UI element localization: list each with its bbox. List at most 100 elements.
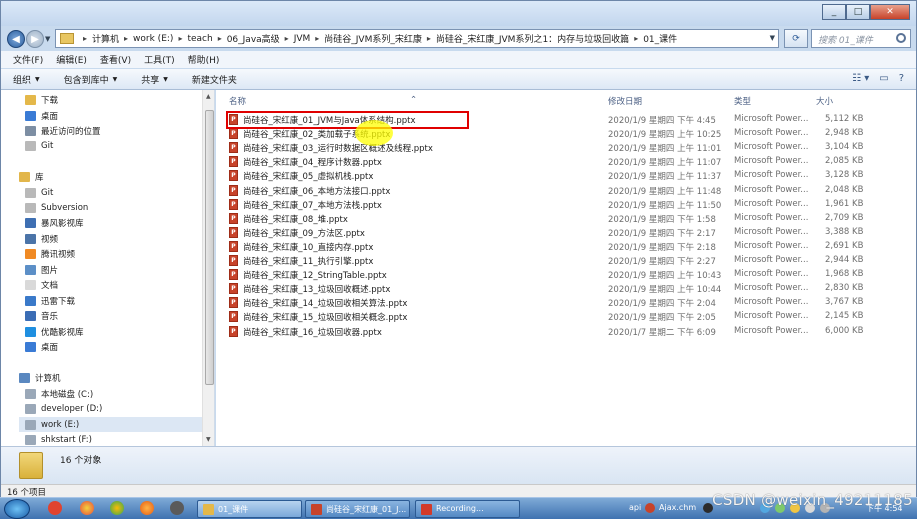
column-date[interactable]: 修改日期 — [608, 95, 642, 107]
nav-item[interactable]: 图片 — [25, 262, 58, 277]
column-size[interactable]: 大小 — [816, 95, 833, 107]
column-name[interactable]: 名称 — [229, 95, 246, 107]
back-button[interactable]: ◀ — [7, 30, 25, 48]
preview-pane-icon[interactable]: ▭ — [879, 73, 888, 84]
nav-item[interactable]: work (E:) — [19, 417, 202, 432]
breadcrumb-separator[interactable]: ▸ — [124, 34, 128, 43]
navigation-scrollbar[interactable]: ▲ ▼ — [202, 90, 214, 446]
nav-item[interactable]: 暴风影视库 — [25, 215, 84, 230]
desktop-icon — [25, 110, 36, 121]
refresh-button[interactable]: ⟳ — [784, 29, 808, 48]
nav-item[interactable]: 下载 — [25, 92, 58, 107]
nav-item[interactable]: 迅雷下载 — [25, 293, 75, 308]
file-row[interactable]: P 尚硅谷_宋红康_07_本地方法栈.pptx 2020/1/9 星期四 上午 11… — [226, 198, 876, 212]
start-button[interactable] — [4, 499, 30, 519]
file-row[interactable]: P 尚硅谷_宋红康_12_StringTable.pptx 2020/1/9 星期四… — [226, 268, 876, 282]
file-row[interactable]: P 尚硅谷_宋红康_16_垃圾回收器.pptx 2020/1/7 星期二 下午 6:… — [226, 325, 876, 339]
powerpoint-file-icon: P — [229, 212, 238, 224]
breadcrumb-separator[interactable]: ▸ — [315, 34, 319, 43]
file-row[interactable]: P 尚硅谷_宋红康_09_方法区.pptx 2020/1/9 星期四 下午 2:17… — [226, 226, 876, 240]
menu-tools[interactable]: 工具(T) — [144, 53, 175, 66]
breadcrumb-separator[interactable]: ▸ — [427, 34, 431, 43]
breadcrumb-item[interactable]: 06_Java高级 — [227, 32, 280, 45]
menu-edit[interactable]: 编辑(E) — [56, 53, 87, 66]
menu-view[interactable]: 查看(V) — [100, 53, 131, 66]
share-button[interactable]: 共享 ▼ — [141, 73, 168, 86]
nav-item[interactable]: Subversion — [25, 200, 88, 215]
file-row[interactable]: P 尚硅谷_宋红康_08_堆.pptx 2020/1/9 星期四 下午 1:58 Mi… — [226, 212, 876, 226]
nav-item[interactable]: 桌面 — [25, 339, 58, 354]
file-row[interactable]: P 尚硅谷_宋红康_11_执行引擎.pptx 2020/1/9 星期四 下午 2:2… — [226, 254, 876, 268]
chevron-down-icon[interactable]: ▼ — [770, 34, 775, 42]
breadcrumb-item[interactable]: 01_课件 — [643, 32, 677, 45]
column-type[interactable]: 类型 — [734, 95, 751, 107]
file-row[interactable]: P 尚硅谷_宋红康_04_程序计数器.pptx 2020/1/9 星期四 上午 11… — [226, 155, 876, 169]
chrome-icon[interactable] — [110, 501, 124, 515]
file-date: 2020/1/9 星期四 上午 10:25 — [608, 130, 722, 141]
nav-item[interactable]: 库 — [19, 169, 44, 184]
nav-item[interactable]: Git — [25, 185, 53, 200]
taskbar-task[interactable]: 01_课件 — [197, 500, 302, 518]
nav-item[interactable]: 音乐 — [25, 308, 58, 323]
breadcrumb-item[interactable]: teach — [187, 34, 212, 44]
breadcrumb-item[interactable]: work (E:) — [133, 34, 173, 44]
minimize-button[interactable]: _ — [822, 4, 846, 20]
forward-button[interactable]: ▶ — [26, 30, 44, 48]
breadcrumb-separator[interactable]: ▸ — [634, 34, 638, 43]
menu-help[interactable]: 帮助(H) — [188, 53, 220, 66]
nav-item[interactable]: 腾讯视频 — [25, 246, 75, 261]
chm-file-icon[interactable] — [645, 503, 655, 513]
scroll-up-icon[interactable]: ▲ — [206, 93, 211, 100]
menu-bar: 文件(F) 编辑(E) 查看(V) 工具(T) 帮助(H) — [1, 51, 916, 68]
file-row[interactable]: P 尚硅谷_宋红康_03_运行时数据区概述及线程.pptx 2020/1/9 星期四… — [226, 141, 876, 155]
nav-item[interactable]: developer (D:) — [25, 401, 102, 416]
menu-file[interactable]: 文件(F) — [13, 53, 43, 66]
file-row[interactable]: P 尚硅谷_宋红康_13_垃圾回收概述.pptx 2020/1/9 星期四 上午 1… — [226, 282, 876, 296]
nav-item[interactable]: 计算机 — [19, 370, 61, 385]
file-row[interactable]: P 尚硅谷_宋红康_15_垃圾回收相关概念.pptx 2020/1/9 星期四 下午… — [226, 310, 876, 324]
title-bar[interactable]: _ □ ✕ — [1, 1, 916, 26]
breadcrumb-separator[interactable]: ▸ — [218, 34, 222, 43]
include-in-library-button[interactable]: 包含到库中 ▼ — [64, 73, 118, 86]
file-row[interactable]: P 尚硅谷_宋红康_05_虚拟机栈.pptx 2020/1/9 星期四 上午 11:… — [226, 169, 876, 183]
organize-button[interactable]: 组织 ▼ — [13, 73, 40, 86]
breadcrumb-item[interactable]: 尚硅谷_宋红康_JVM系列之1：内存与垃圾回收篇 — [436, 32, 629, 45]
address-bar[interactable]: ▸ 计算机 ▸ work (E:) ▸ teach ▸ 06_Java高级 ▸ … — [55, 29, 779, 48]
scroll-thumb[interactable] — [205, 110, 214, 385]
breadcrumb-item[interactable]: 计算机 — [92, 32, 119, 45]
nav-item-label: Git — [41, 187, 54, 198]
file-row[interactable]: P 尚硅谷_宋红康_02_类加载子系统.pptx 2020/1/9 星期四 上午 1… — [226, 127, 876, 141]
view-options-icon[interactable]: ☷ ▾ — [852, 73, 869, 84]
maximize-button[interactable]: □ — [846, 4, 870, 20]
scroll-down-icon[interactable]: ▼ — [206, 436, 211, 443]
nav-item[interactable]: 本地磁盘 (C:) — [25, 386, 93, 401]
file-row[interactable]: P 尚硅谷_宋红康_10_直接内存.pptx 2020/1/9 星期四 下午 2:1… — [226, 240, 876, 254]
firefox-icon[interactable] — [140, 501, 154, 515]
close-button[interactable]: ✕ — [870, 4, 910, 20]
file-name: 尚硅谷_宋红康_15_垃圾回收相关概念.pptx — [243, 313, 408, 324]
breadcrumb-separator[interactable]: ▸ — [285, 34, 289, 43]
tray-api-label[interactable]: api — [629, 503, 641, 512]
search-input[interactable]: 搜索 01_课件 — [811, 29, 911, 48]
recent-pages-dropdown[interactable]: ▼ — [45, 35, 50, 43]
new-folder-button[interactable]: 新建文件夹 — [192, 73, 237, 86]
nav-item[interactable]: shkstart (F:) — [25, 432, 92, 446]
taskbar-task[interactable]: 尚硅谷_宋红康_01_J... — [305, 500, 410, 518]
tray-chm-label[interactable]: Ajax.chm — [659, 503, 696, 512]
breadcrumb-separator[interactable]: ▸ — [178, 34, 182, 43]
file-row[interactable]: P 尚硅谷_宋红康_06_本地方法接口.pptx 2020/1/9 星期四 上午 1… — [226, 184, 876, 198]
nav-item[interactable]: 最近访问的位置 — [25, 123, 101, 138]
help-icon[interactable]: ? — [899, 73, 904, 84]
taskbar-task[interactable]: Recording... — [415, 500, 520, 518]
nav-item[interactable]: 优酷影视库 — [25, 324, 84, 339]
nav-item[interactable]: 桌面 — [25, 108, 58, 123]
media-player-icon[interactable] — [170, 501, 184, 515]
nav-item[interactable]: Git — [25, 138, 53, 153]
breadcrumb-item[interactable]: JVM — [294, 34, 311, 44]
pinned-app-icon[interactable] — [48, 501, 62, 515]
chrome-icon[interactable] — [80, 501, 94, 515]
breadcrumb-item[interactable]: 尚硅谷_JVM系列_宋红康 — [324, 32, 422, 45]
file-row[interactable]: P 尚硅谷_宋红康_14_垃圾回收相关算法.pptx 2020/1/9 星期四 下午… — [226, 296, 876, 310]
nav-item[interactable]: 视频 — [25, 231, 58, 246]
nav-item[interactable]: 文档 — [25, 277, 58, 292]
